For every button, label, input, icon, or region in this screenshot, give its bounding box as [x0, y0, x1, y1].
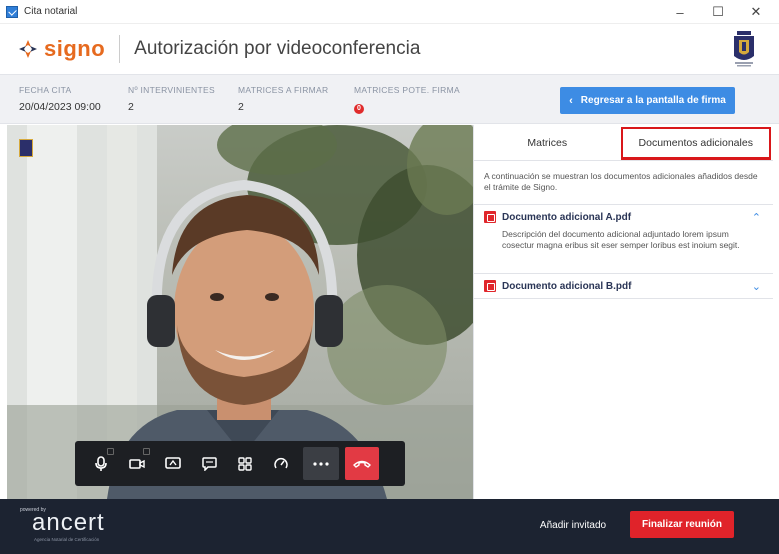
- signo-logo-icon: [19, 40, 37, 58]
- fecha-label: FECHA CITA: [19, 85, 72, 95]
- camera-options-icon[interactable]: [143, 448, 150, 455]
- pote-badge: 0: [354, 104, 364, 114]
- minimize-button[interactable]: –: [661, 0, 699, 24]
- app-header: signo Autorización por videoconferencia: [0, 24, 779, 74]
- matrices-label: MATRICES A FIRMAR: [238, 85, 329, 95]
- chat-button[interactable]: [191, 441, 227, 486]
- appointment-info-bar: FECHA CITA 20/04/2023 09:00 Nº INTERVINI…: [0, 74, 779, 124]
- info-matrices: MATRICES A FIRMAR 2: [238, 85, 328, 113]
- hang-up-button[interactable]: [345, 447, 379, 480]
- share-screen-icon: [165, 456, 181, 469]
- notary-council-icon: [19, 139, 33, 157]
- page-title: Autorización por videoconferencia: [134, 38, 421, 59]
- share-screen-button[interactable]: [155, 441, 191, 486]
- window-title: Cita notarial: [24, 6, 78, 17]
- collapse-chevron-icon[interactable]: ⌃: [752, 211, 761, 224]
- intervinientes-value: 2: [128, 101, 134, 113]
- panel-intro-text: A continuación se muestran los documento…: [484, 171, 758, 192]
- info-fecha: FECHA CITA 20/04/2023 09:00: [19, 85, 101, 113]
- speed-test-button[interactable]: [263, 441, 299, 486]
- document-a-description: Descripción del documento adicional adju…: [502, 229, 740, 250]
- grid-view-button[interactable]: [227, 441, 263, 486]
- intervinientes-label: Nº INTERVINIENTES: [128, 85, 215, 95]
- logo-text: signo: [44, 36, 106, 61]
- camera-icon: [129, 458, 145, 469]
- camera-button[interactable]: [119, 441, 155, 486]
- more-horizontal-icon: [313, 461, 329, 466]
- back-to-sign-button[interactable]: ‹ Regresar a la pantalla de firma: [560, 87, 735, 114]
- document-item-a: Documento adicional A.pdf ⌃ Descripción …: [474, 204, 773, 259]
- app-icon: [6, 5, 18, 18]
- pdf-icon: [484, 280, 496, 292]
- pdf-icon: [484, 211, 496, 223]
- chevron-left-icon: ‹: [569, 94, 573, 107]
- window-controls: – ☐ ✕: [661, 0, 775, 24]
- end-meeting-button[interactable]: Finalizar reunión: [630, 511, 734, 538]
- window-titlebar: Cita notarial – ☐ ✕: [0, 0, 779, 24]
- pote-label: MATRICES POTE. FIRMA: [354, 85, 460, 95]
- signo-logo: signo: [18, 36, 105, 62]
- pote-value-wrap: 0: [354, 101, 460, 114]
- chat-icon: [201, 456, 217, 471]
- ancert-tagline: Agencia Notarial de Certificación: [34, 537, 100, 542]
- grid-icon: [238, 456, 252, 471]
- back-button-label: Regresar a la pantalla de firma: [580, 95, 726, 106]
- add-guest-button[interactable]: Añadir invitado: [528, 512, 618, 538]
- info-pote: MATRICES POTE. FIRMA 0: [354, 85, 460, 114]
- panel-tabs: Matrices Documentos adicionales: [474, 125, 773, 161]
- phone-hangup-icon: [353, 460, 371, 468]
- header-divider: [119, 35, 121, 63]
- microphone-options-icon[interactable]: [107, 448, 114, 455]
- video-watermark-logo: [19, 139, 37, 157]
- close-button[interactable]: ✕: [737, 0, 775, 24]
- fecha-value: 20/04/2023 09:00: [19, 101, 101, 113]
- document-a-header[interactable]: Documento adicional A.pdf: [474, 205, 773, 229]
- matrices-value: 2: [238, 101, 244, 113]
- more-options-button[interactable]: [303, 447, 339, 480]
- document-b-title[interactable]: Documento adicional B.pdf: [502, 281, 631, 292]
- ancert-logo: ancert: [32, 509, 105, 536]
- video-controls: [75, 441, 405, 486]
- document-item-b: Documento adicional B.pdf ⌄: [474, 273, 773, 299]
- document-a-title[interactable]: Documento adicional A.pdf: [502, 212, 631, 223]
- info-intervinientes: Nº INTERVINIENTES 2: [128, 85, 215, 113]
- notary-seal-icon: [734, 31, 754, 67]
- gauge-icon: [274, 457, 288, 468]
- microphone-icon: [95, 455, 107, 471]
- maximize-button[interactable]: ☐: [699, 0, 737, 24]
- tab-documentos-adicionales[interactable]: Documentos adicionales: [620, 127, 771, 160]
- tab-matrices[interactable]: Matrices: [474, 125, 621, 160]
- documents-panel: Matrices Documentos adicionales A contin…: [473, 125, 773, 499]
- microphone-button[interactable]: [83, 441, 119, 486]
- expand-chevron-icon[interactable]: ⌄: [752, 280, 761, 293]
- document-b-header[interactable]: Documento adicional B.pdf: [474, 274, 773, 298]
